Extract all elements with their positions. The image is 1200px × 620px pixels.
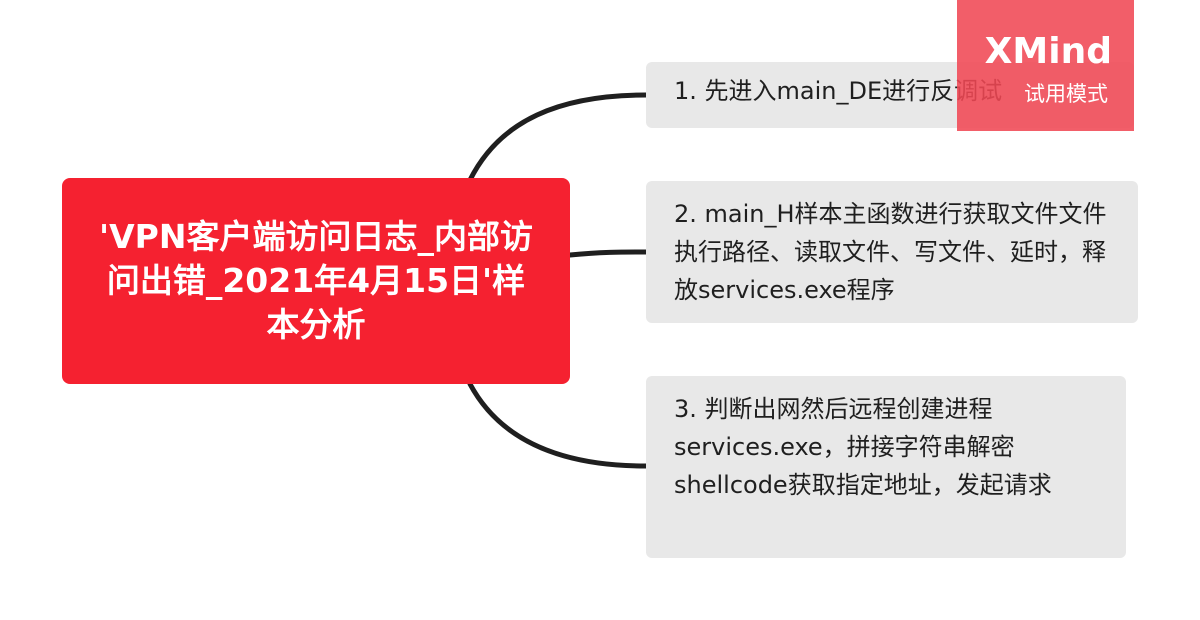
trial-watermark: XMind 试用模式 <box>957 0 1134 131</box>
connector-to-topic-3 <box>467 381 649 469</box>
subtopic-3-label: 3. 判断出网然后远程创建进程services.exe，拼接字符串解密shell… <box>674 395 1052 499</box>
subtopic-1-label: 1. 先进入main_DE进行反调试 <box>674 77 1003 105</box>
central-topic[interactable]: 'VPN客户端访问日志_内部访问出错_2021年4月15日'样本分析 <box>62 178 570 384</box>
watermark-subtitle: 试用模式 <box>1024 82 1108 106</box>
watermark-title: XMind <box>984 31 1112 72</box>
connector-to-topic-2 <box>567 249 649 258</box>
connector-to-topic-1 <box>467 92 649 183</box>
mind-map-canvas: 'VPN客户端访问日志_内部访问出错_2021年4月15日'样本分析 1. 先进… <box>0 0 1200 620</box>
subtopic-2-label: 2. main_H样本主函数进行获取文件文件执行路径、读取文件、写文件、延时，释… <box>674 200 1107 304</box>
central-topic-label: 'VPN客户端访问日志_内部访问出错_2021年4月15日'样本分析 <box>99 217 533 344</box>
subtopic-2[interactable]: 2. main_H样本主函数进行获取文件文件执行路径、读取文件、写文件、延时，释… <box>646 181 1138 323</box>
subtopic-3[interactable]: 3. 判断出网然后远程创建进程services.exe，拼接字符串解密shell… <box>646 376 1126 558</box>
